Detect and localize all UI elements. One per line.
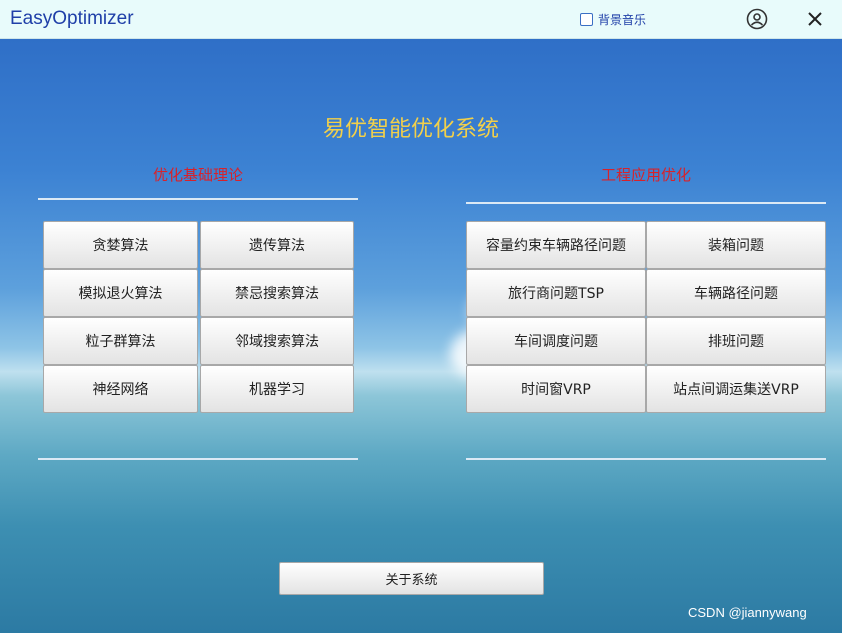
tsp-button[interactable]: 旅行商问题TSP (466, 269, 646, 317)
app-title: EasyOptimizer (10, 8, 134, 29)
title-bar: EasyOptimizer 背景音乐 (0, 0, 842, 39)
right-section-title: 工程应用优化 (600, 166, 691, 184)
right-bottom-divider (466, 458, 826, 460)
close-icon[interactable] (806, 10, 824, 28)
vrp-button[interactable]: 车辆路径问题 (646, 269, 826, 317)
tabu-search-button[interactable]: 禁忌搜索算法 (200, 269, 354, 317)
shift-scheduling-button[interactable]: 排班问题 (646, 317, 826, 365)
left-top-divider (38, 198, 358, 200)
job-shop-button[interactable]: 车间调度问题 (466, 317, 646, 365)
greedy-algorithm-button[interactable]: 贪婪算法 (43, 221, 198, 269)
user-circle-icon[interactable] (746, 8, 768, 30)
machine-learning-button[interactable]: 机器学习 (200, 365, 354, 413)
pickup-delivery-vrp-button[interactable]: 站点间调运集送VRP (646, 365, 826, 413)
right-top-divider (466, 202, 826, 204)
background-music-label: 背景音乐 (598, 13, 647, 27)
vrptw-button[interactable]: 时间窗VRP (466, 365, 646, 413)
simulated-annealing-button[interactable]: 模拟退火算法 (43, 269, 198, 317)
main-panel: 易优智能优化系统 优化基础理论 工程应用优化 贪婪算法 遗传算法 模拟退火算法 … (0, 39, 842, 633)
neighborhood-search-button[interactable]: 邻域搜索算法 (200, 317, 354, 365)
left-bottom-divider (38, 458, 358, 460)
cvrp-button[interactable]: 容量约束车辆路径问题 (466, 221, 646, 269)
genetic-algorithm-button[interactable]: 遗传算法 (200, 221, 354, 269)
particle-swarm-button[interactable]: 粒子群算法 (43, 317, 198, 365)
left-section-title: 优化基础理论 (152, 166, 243, 184)
bin-packing-button[interactable]: 装箱问题 (646, 221, 826, 269)
background-music-checkbox[interactable] (580, 13, 593, 26)
about-system-button[interactable]: 关于系统 (279, 562, 544, 595)
neural-network-button[interactable]: 神经网络 (43, 365, 198, 413)
background-music-toggle[interactable]: 背景音乐 (580, 11, 646, 28)
system-title: 易优智能优化系统 (322, 117, 499, 142)
watermark: CSDN @jiannywang (688, 605, 807, 620)
app-window: EasyOptimizer 背景音乐 易优智能优化系统 优化基础理论 工程应用优… (0, 0, 842, 633)
